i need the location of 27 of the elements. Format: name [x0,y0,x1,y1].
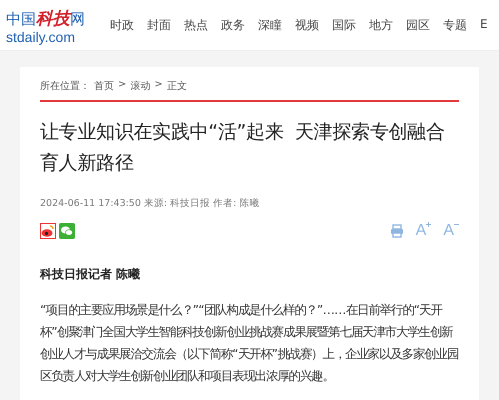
weibo-share-icon[interactable] [40,223,56,239]
nav-link[interactable]: 园区 [406,16,430,34]
nav-link[interactable]: 专题 [443,16,467,34]
printer-icon [390,224,404,238]
site-logo[interactable]: 中国科技网 stdaily.com [6,6,98,44]
article-title: 让专业知识在实践中“活”起来 天津探索专创融合育人新路径 [40,120,446,176]
nav-link[interactable]: 时政 [110,16,134,34]
print-button[interactable] [390,224,404,238]
byline: 科技日报记者 陈曦 [40,266,142,283]
breadcrumb-link[interactable]: 正文 [166,79,187,93]
nav-link[interactable]: 国际 [332,16,356,34]
breadcrumb-link[interactable]: 滚动 [130,79,150,93]
breadcrumb-separator: > [154,79,163,92]
article-meta: 2024-06-11 17:43:50 来源: 科技日报 作者: 陈曦 [40,197,260,210]
nav-link[interactable]: 政务 [221,16,245,34]
minus-icon [454,222,459,227]
article-paragraph: “项目的主要应用场景是什么？”“团队构成是什么样的？”……在日前举行的“天开杯”创聚津门全国大学生智能科技创新创业挑战赛成果展暨第七届天津市大学生创新创业人才与成果展洽交流会（以下简称“天开杯”挑战赛）上，企业家以及多家创业园区负责人对大学生创新创业团队和项目表现出浓厚的兴趣。 [40,302,459,385]
breadcrumb-label: 所在位置： [40,80,90,93]
breadcrumb-link[interactable]: 首页 [94,79,114,93]
nav-link[interactable]: 封面 [147,16,171,34]
breadcrumb-separator: > [118,79,126,92]
plus-icon [426,222,432,227]
nav-link[interactable]: 视频 [295,16,319,34]
nav-link[interactable]: 地方 [369,16,393,34]
nav-link[interactable]: E [480,16,488,34]
nav-link[interactable]: 深瞳 [258,16,282,34]
nav-link[interactable]: 热点 [184,16,208,34]
